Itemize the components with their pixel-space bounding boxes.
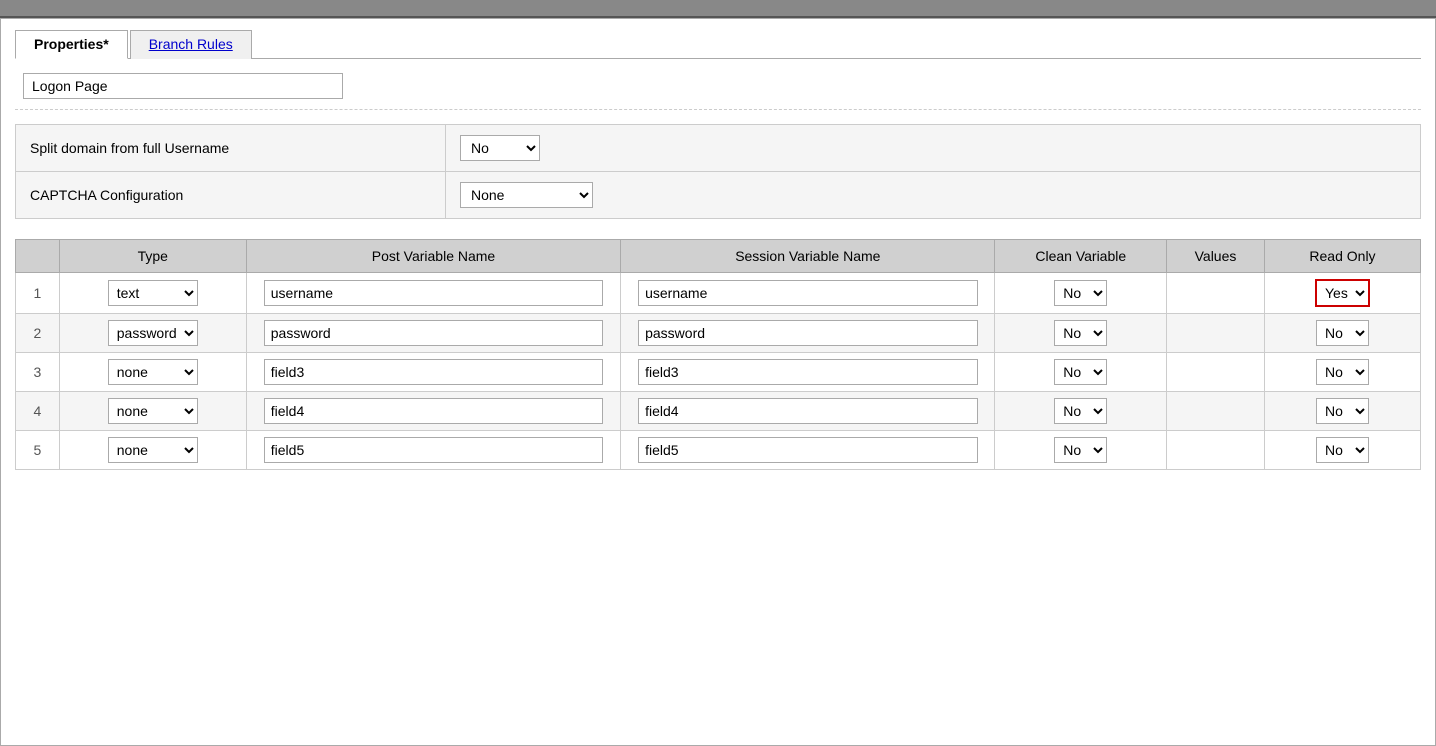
values-cell xyxy=(1167,353,1265,392)
config-label: Split domain from full Username xyxy=(16,125,446,172)
name-row xyxy=(15,73,1421,110)
values-cell xyxy=(1167,392,1265,431)
col-header-1: Type xyxy=(59,240,246,273)
top-bar xyxy=(0,0,1436,18)
type-select[interactable]: textpasswordnonehidden xyxy=(108,359,198,385)
table-row: 2 textpasswordnonehidden NoYes NoYes xyxy=(16,314,1421,353)
table-row: 1 textpasswordnonehidden NoYes YesNo xyxy=(16,273,1421,314)
row-number: 3 xyxy=(16,353,60,392)
type-select[interactable]: textpasswordnonehidden xyxy=(108,320,198,346)
col-header-4: Clean Variable xyxy=(995,240,1167,273)
clean-var-select[interactable]: NoYes xyxy=(1054,398,1107,424)
post-var-input[interactable] xyxy=(264,320,603,346)
clean-var-select[interactable]: NoYes xyxy=(1054,359,1107,385)
col-header-2: Post Variable Name xyxy=(246,240,620,273)
session-var-input[interactable] xyxy=(638,320,977,346)
read-only-select[interactable]: NoYes xyxy=(1316,398,1369,424)
main-container: Properties* Branch Rules Split domain fr… xyxy=(0,18,1436,746)
config-table: Split domain from full Username NoYes CAPT… xyxy=(15,124,1421,219)
clean-var-select[interactable]: NoYes xyxy=(1054,320,1107,346)
type-select[interactable]: textpasswordnonehidden xyxy=(108,398,198,424)
col-header-3: Session Variable Name xyxy=(621,240,995,273)
type-select[interactable]: textpasswordnonehidden xyxy=(108,437,198,463)
post-var-input[interactable] xyxy=(264,280,603,306)
read-only-select[interactable]: NoYes xyxy=(1316,320,1369,346)
type-select[interactable]: textpasswordnonehidden xyxy=(108,280,198,306)
row-number: 2 xyxy=(16,314,60,353)
table-row: 3 textpasswordnonehidden NoYes NoYes xyxy=(16,353,1421,392)
read-only-select[interactable]: NoYes xyxy=(1316,359,1369,385)
values-cell xyxy=(1167,431,1265,470)
read-only-select[interactable]: NoYes xyxy=(1316,437,1369,463)
tab-branch-rules[interactable]: Branch Rules xyxy=(130,30,252,59)
tab-properties[interactable]: Properties* xyxy=(15,30,128,59)
clean-var-select[interactable]: NoYes xyxy=(1054,437,1107,463)
read-only-select[interactable]: YesNo xyxy=(1315,279,1370,307)
name-input[interactable] xyxy=(23,73,343,99)
session-var-input[interactable] xyxy=(638,280,977,306)
session-var-input[interactable] xyxy=(638,398,977,424)
config-label: CAPTCHA Configuration xyxy=(16,172,446,219)
config-select[interactable]: NoYes xyxy=(460,135,540,161)
table-row: 5 textpasswordnonehidden NoYes NoYes xyxy=(16,431,1421,470)
row-number: 4 xyxy=(16,392,60,431)
session-var-input[interactable] xyxy=(638,359,977,385)
data-table: TypePost Variable NameSession Variable N… xyxy=(15,239,1421,470)
post-var-input[interactable] xyxy=(264,398,603,424)
tab-bar: Properties* Branch Rules xyxy=(15,29,1421,59)
row-number: 5 xyxy=(16,431,60,470)
config-select[interactable]: NonereCAPTCHA v2reCAPTCHA v3 xyxy=(460,182,593,208)
col-header-0 xyxy=(16,240,60,273)
row-number: 1 xyxy=(16,273,60,314)
values-cell xyxy=(1167,273,1265,314)
values-cell xyxy=(1167,314,1265,353)
post-var-input[interactable] xyxy=(264,359,603,385)
col-header-6: Read Only xyxy=(1264,240,1420,273)
clean-var-select[interactable]: NoYes xyxy=(1054,280,1107,306)
col-header-5: Values xyxy=(1167,240,1265,273)
table-row: 4 textpasswordnonehidden NoYes NoYes xyxy=(16,392,1421,431)
session-var-input[interactable] xyxy=(638,437,977,463)
post-var-input[interactable] xyxy=(264,437,603,463)
